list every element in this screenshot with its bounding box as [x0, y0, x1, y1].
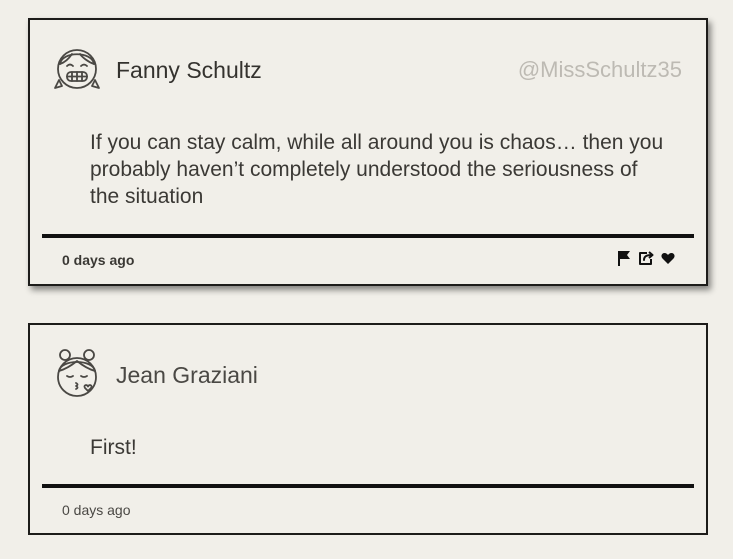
- author-name[interactable]: Fanny Schultz: [116, 55, 262, 85]
- comment-text: If you can stay calm, while all around y…: [90, 131, 664, 208]
- comment-card: Jean Graziani First! 0 days ago: [28, 323, 708, 535]
- comment-feed: Fanny Schultz @MissSchultz35 If you can …: [0, 0, 733, 559]
- divider: [42, 484, 694, 488]
- comment-header: Fanny Schultz @MissSchultz35: [52, 42, 684, 98]
- flag-icon[interactable]: [615, 249, 632, 267]
- share-icon[interactable]: [637, 249, 654, 267]
- comment-actions: [615, 249, 676, 267]
- kissing-girl-icon: [52, 347, 108, 403]
- comment-card: Fanny Schultz @MissSchultz35 If you can …: [28, 18, 708, 286]
- grinning-girl-icon: [52, 42, 108, 98]
- author-name[interactable]: Jean Graziani: [116, 360, 258, 390]
- divider: [42, 234, 694, 238]
- heart-icon[interactable]: [659, 249, 676, 267]
- comment-text: First!: [90, 436, 137, 459]
- timestamp: 0 days ago: [62, 252, 135, 268]
- author-handle[interactable]: @MissSchultz35: [518, 56, 682, 84]
- timestamp: 0 days ago: [62, 502, 131, 518]
- comment-header: Jean Graziani: [52, 347, 684, 403]
